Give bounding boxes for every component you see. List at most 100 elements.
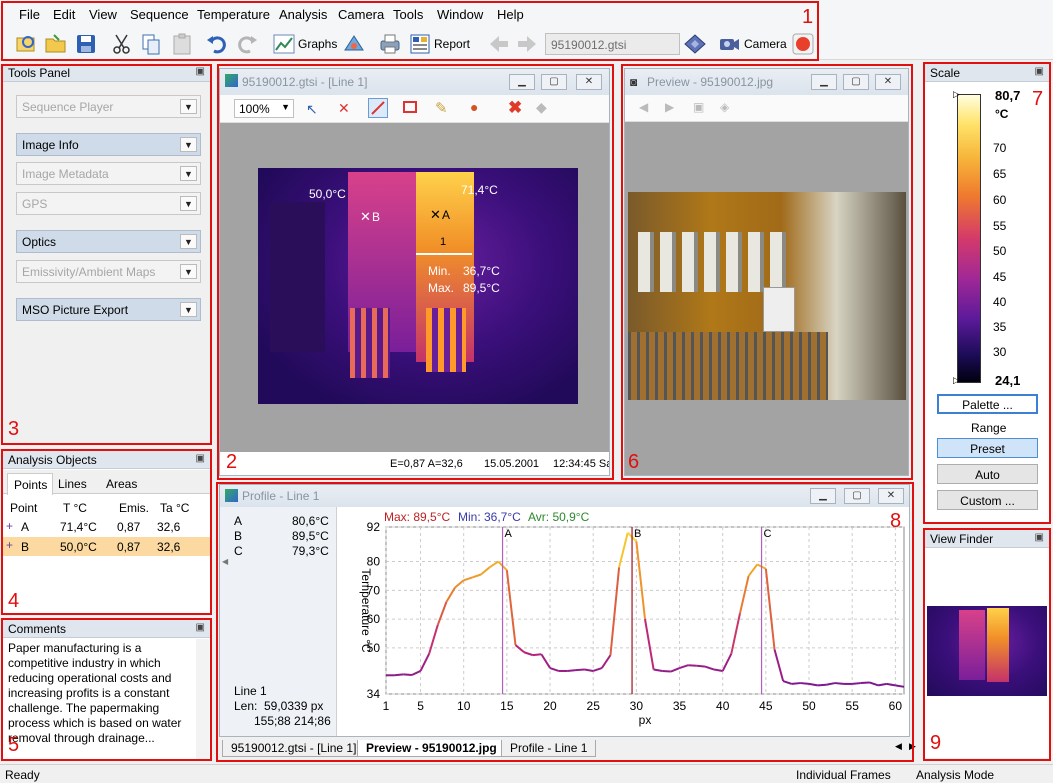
- tab-areas[interactable]: Areas: [106, 477, 137, 491]
- chevron-down-icon[interactable]: ▼: [180, 264, 197, 279]
- marker-pin-icon[interactable]: ●: [470, 99, 478, 115]
- record-icon[interactable]: [791, 32, 815, 56]
- select-cursor-icon[interactable]: ↖: [306, 101, 318, 118]
- line-tool-icon[interactable]: [368, 98, 388, 118]
- menu-edit[interactable]: Edit: [53, 7, 75, 22]
- image-metadata-dropdown[interactable]: Image Metadata ▼: [16, 162, 201, 185]
- point-tool-icon[interactable]: ✕: [338, 100, 350, 117]
- save-icon[interactable]: [74, 32, 98, 56]
- tab-preview[interactable]: Preview - 95190012.jpg: [357, 740, 506, 757]
- pin-icon[interactable]: ▣: [1035, 66, 1044, 77]
- tab-scroll-left-icon[interactable]: ◀: [895, 741, 902, 752]
- palette-color-bar[interactable]: [957, 94, 981, 383]
- chevron-down-icon[interactable]: ▼: [180, 302, 197, 317]
- custom-button[interactable]: Custom ...: [937, 490, 1038, 510]
- graphs-icon[interactable]: [272, 32, 296, 56]
- forward-arrow-icon: ▶: [665, 100, 675, 114]
- profile-line-segment: [394, 673, 404, 677]
- menu-file[interactable]: File: [19, 7, 40, 22]
- tab-points[interactable]: Points: [7, 473, 53, 495]
- gps-dropdown[interactable]: GPS ▼: [16, 192, 201, 215]
- chevron-down-icon[interactable]: ▼: [180, 137, 197, 152]
- menu-temperature[interactable]: Temperature: [197, 7, 270, 22]
- sequence-icon[interactable]: [683, 32, 707, 56]
- cell-temp: 71,4°C: [60, 520, 97, 534]
- cut-icon[interactable]: [110, 32, 134, 56]
- tab-profile[interactable]: Profile - Line 1: [501, 740, 597, 757]
- menu-window[interactable]: Window: [437, 7, 483, 22]
- ruler-icon[interactable]: ✎: [435, 99, 448, 117]
- report-icon[interactable]: [408, 32, 432, 56]
- minimize-button[interactable]: ▁: [811, 74, 837, 90]
- optics-dropdown[interactable]: Optics ▼: [16, 230, 201, 253]
- view-finder-title: View Finder: [930, 532, 994, 546]
- chevron-down-icon[interactable]: ▼: [180, 166, 197, 181]
- tab-lines[interactable]: Lines: [58, 477, 87, 491]
- profile-line-segment: [688, 664, 697, 667]
- menu-help[interactable]: Help: [497, 7, 524, 22]
- range-handle-bottom-icon[interactable]: ▷: [953, 375, 960, 386]
- emissivity-maps-dropdown[interactable]: Emissivity/Ambient Maps ▼: [16, 260, 201, 283]
- stat-value: 89,5°C: [292, 529, 329, 543]
- pin-icon[interactable]: ▣: [196, 622, 205, 633]
- open-image-icon[interactable]: [14, 32, 38, 56]
- report-label[interactable]: Report: [434, 37, 470, 51]
- menu-camera[interactable]: Camera: [338, 7, 384, 22]
- camera-icon[interactable]: [717, 32, 741, 56]
- zoom-select[interactable]: 100% ▼: [234, 99, 294, 118]
- maximize-button[interactable]: ▢: [541, 74, 567, 90]
- 3d-view-icon[interactable]: [342, 32, 366, 56]
- pin-icon[interactable]: ▣: [1035, 532, 1044, 543]
- menu-tools[interactable]: Tools: [393, 7, 423, 22]
- delete-icon[interactable]: ✖: [508, 98, 522, 118]
- preview-photo[interactable]: [628, 192, 906, 400]
- chevron-down-icon[interactable]: ▼: [180, 196, 197, 211]
- close-button[interactable]: ✕: [576, 74, 602, 90]
- copy-icon[interactable]: [139, 32, 163, 56]
- undo-icon[interactable]: [205, 32, 229, 56]
- mso-picture-export-dropdown[interactable]: MSO Picture Export ▼: [16, 298, 201, 321]
- maximize-button[interactable]: ▢: [844, 488, 870, 504]
- menu-analysis[interactable]: Analysis: [279, 7, 327, 22]
- pin-icon[interactable]: ▣: [196, 453, 205, 464]
- minimize-button[interactable]: ▁: [509, 74, 535, 90]
- menu-view[interactable]: View: [89, 7, 117, 22]
- preset-button[interactable]: Preset: [937, 438, 1038, 458]
- chevron-down-icon[interactable]: ▼: [180, 234, 197, 249]
- profile-chart[interactable]: 3450607080921 5 10 15 20 25 30 35 40 45 50 55 60pxTe…: [338, 507, 909, 736]
- comments-scrollbar[interactable]: [196, 639, 209, 759]
- view-finder-thumbnail[interactable]: [927, 606, 1047, 696]
- thermal-image[interactable]: 50,0°C 71,4°C ✕ B ✕ A 1 Min. 36,7°C Max.…: [258, 168, 578, 404]
- tab-scroll-right-icon[interactable]: ▶: [909, 741, 916, 752]
- comments-header: Comments ▣: [3, 620, 210, 638]
- image-info-dropdown[interactable]: Image Info ▼: [16, 133, 201, 156]
- palette-button[interactable]: Palette ...: [937, 394, 1038, 414]
- close-button[interactable]: ✕: [878, 488, 904, 504]
- auto-button[interactable]: Auto: [937, 464, 1038, 484]
- collapse-arrow-icon[interactable]: ◀: [222, 557, 228, 566]
- open-folder-icon[interactable]: [44, 32, 68, 56]
- avg-stat-label: Avr: 50,9°C: [528, 510, 590, 524]
- pin-icon[interactable]: ▣: [196, 66, 205, 77]
- preview-window: ◙ Preview - 95190012.jpg ▁ ▢ ✕ ◀ ▶ ▣ ◈: [624, 68, 909, 476]
- point-b-cross-icon[interactable]: ✕: [360, 209, 371, 225]
- cell-point: B: [21, 540, 30, 554]
- table-row-selected[interactable]: + B 50,0°C 0,87 32,6: [3, 537, 210, 556]
- sequence-player-dropdown[interactable]: Sequence Player ▼: [16, 95, 201, 118]
- menu-sequence[interactable]: Sequence: [130, 7, 189, 22]
- close-button[interactable]: ✕: [875, 74, 901, 90]
- current-file-field[interactable]: 95190012.gtsi: [545, 33, 680, 55]
- comments-text[interactable]: Paper manufacturing is a competitive ind…: [8, 641, 193, 746]
- range-handle-top-icon[interactable]: ▷: [953, 89, 960, 100]
- camera-label[interactable]: Camera: [744, 37, 787, 51]
- maximize-button[interactable]: ▢: [843, 74, 869, 90]
- tab-thermal-image[interactable]: 95190012.gtsi - [Line 1]: [222, 740, 366, 757]
- print-icon[interactable]: [378, 32, 402, 56]
- graphs-label[interactable]: Graphs: [298, 37, 337, 51]
- chevron-down-icon[interactable]: ▼: [180, 99, 197, 114]
- area-tool-icon[interactable]: [403, 101, 417, 113]
- point-a-cross-icon[interactable]: ✕: [430, 207, 441, 223]
- minimize-button[interactable]: ▁: [810, 488, 836, 504]
- table-row[interactable]: + A 71,4°C 0,87 32,6: [3, 517, 210, 537]
- profile-line[interactable]: [416, 253, 472, 255]
